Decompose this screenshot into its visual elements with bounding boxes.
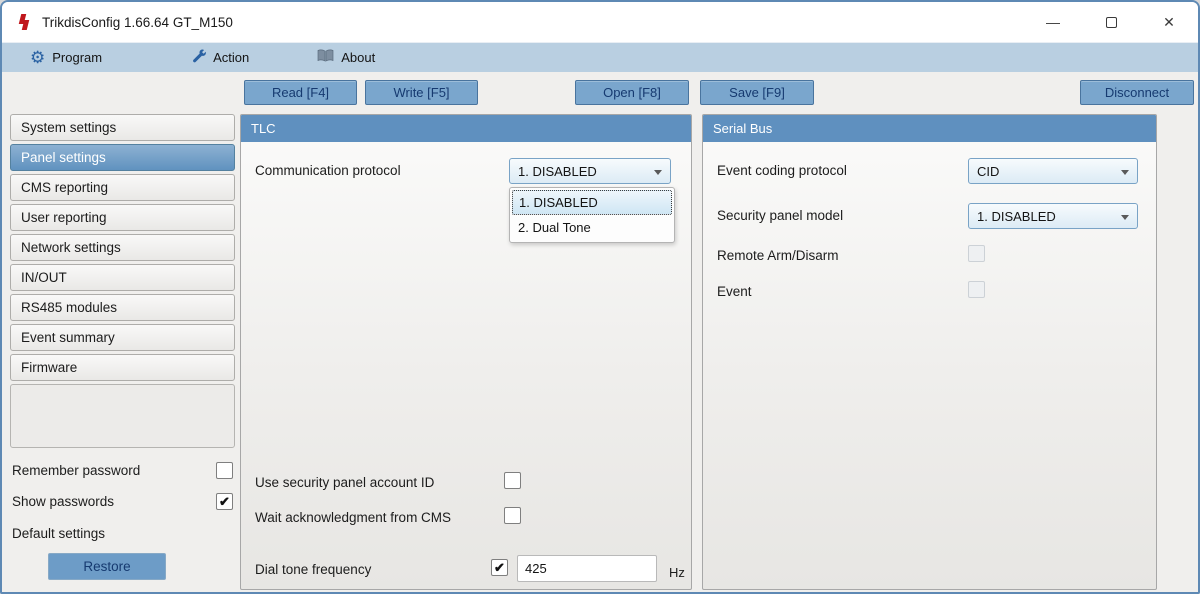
minimize-button[interactable]: — [1024,2,1082,42]
toolbar: Read [F4] Write [F5] Open [F8] Save [F9]… [2,72,1198,110]
security-panel-model-label: Security panel model [717,208,844,223]
communication-protocol-select[interactable]: 1. DISABLED [509,158,671,184]
check-icon: ✔ [219,493,230,509]
remember-password-row: Remember password [12,462,233,479]
event-coding-protocol-label: Event coding protocol [717,163,847,178]
remote-arm-disarm-label: Remote Arm/Disarm [717,248,839,263]
maximize-icon [1105,16,1117,28]
show-passwords-row: Show passwords ✔ [12,493,233,510]
tlc-panel: TLC Communication protocol 1. DISABLED 1… [240,114,692,590]
check-icon: ✔ [494,559,505,575]
security-panel-model-select[interactable]: 1. DISABLED [968,203,1138,229]
book-icon [317,49,334,66]
tlc-panel-header: TLC [241,115,691,142]
show-passwords-label: Show passwords [12,494,115,509]
chevron-down-icon [1121,215,1129,220]
wrench-icon [190,48,207,67]
dropdown-option-disabled[interactable]: 1. DISABLED [512,190,672,215]
menu-bar: ⚙ Program Action About [2,42,1198,72]
title-bar: TrikdisConfig 1.66.64 GT_M150 — ✕ [2,2,1198,42]
communication-protocol-value: 1. DISABLED [518,163,597,179]
event-coding-protocol-select[interactable]: CID [968,158,1138,184]
serial-bus-panel: Serial Bus Event coding protocol CID Sec… [702,114,1157,590]
menu-about-label: About [341,50,376,65]
communication-protocol-label: Communication protocol [255,163,401,178]
sidebar-item-user-reporting[interactable]: User reporting [10,204,235,231]
show-passwords-checkbox[interactable]: ✔ [216,493,233,510]
sidebar-item-firmware[interactable]: Firmware [10,354,235,381]
remember-password-checkbox[interactable] [216,462,233,479]
dial-tone-frequency-label: Dial tone frequency [255,562,372,577]
menu-program-label: Program [52,50,103,65]
dial-tone-checkbox[interactable]: ✔ [491,559,508,576]
app-window: TrikdisConfig 1.66.64 GT_M150 — ✕ ⚙ Prog… [0,0,1200,594]
security-panel-model-value: 1. DISABLED [977,208,1056,224]
event-label: Event [717,284,752,299]
maximize-button[interactable] [1082,2,1140,42]
gear-icon: ⚙ [30,48,46,67]
event-checkbox [968,281,985,298]
sidebar-item-cms-reporting[interactable]: CMS reporting [10,174,235,201]
use-account-id-checkbox[interactable] [504,472,521,489]
wait-ack-checkbox[interactable] [504,507,521,524]
serial-bus-panel-header: Serial Bus [703,115,1156,142]
sidebar-item-event-summary[interactable]: Event summary [10,324,235,351]
menu-about[interactable]: About [303,43,389,72]
menu-action[interactable]: Action [176,43,263,72]
sidebar-item-rs485-modules[interactable]: RS485 modules [10,294,235,321]
sidebar-item-in-out[interactable]: IN/OUT [10,264,235,291]
event-coding-protocol-value: CID [977,163,1000,179]
chevron-down-icon [1121,170,1129,175]
chevron-down-icon [654,170,662,175]
minimize-icon: — [1046,14,1060,30]
wait-ack-label: Wait acknowledgment from CMS [255,510,452,525]
sidebar: System settings Panel settings CMS repor… [10,114,235,590]
open-button[interactable]: Open [F8] [575,80,689,105]
save-button[interactable]: Save [F9] [700,80,814,105]
window-controls: — ✕ [1024,2,1198,42]
app-logo-icon [18,13,32,31]
communication-protocol-dropdown: 1. DISABLED 2. Dual Tone [509,187,675,243]
menu-action-label: Action [213,50,250,65]
write-button[interactable]: Write [F5] [365,80,478,105]
menu-program[interactable]: ⚙ Program [16,43,116,72]
close-icon: ✕ [1163,13,1175,30]
remember-password-label: Remember password [12,463,141,478]
default-settings-label: Default settings [12,526,106,541]
remote-arm-disarm-checkbox [968,245,985,262]
sidebar-empty-area [10,384,235,448]
dial-tone-frequency-input[interactable] [517,555,657,582]
window-title: TrikdisConfig 1.66.64 GT_M150 [42,14,233,30]
sidebar-item-network-settings[interactable]: Network settings [10,234,235,261]
dial-tone-unit-label: Hz [669,565,685,580]
dropdown-option-dual-tone[interactable]: 2. Dual Tone [512,215,672,240]
restore-button[interactable]: Restore [48,553,166,580]
use-account-id-label: Use security panel account ID [255,475,435,490]
disconnect-button[interactable]: Disconnect [1080,80,1194,105]
read-button[interactable]: Read [F4] [244,80,357,105]
sidebar-item-panel-settings[interactable]: Panel settings [10,144,235,171]
sidebar-item-system-settings[interactable]: System settings [10,114,235,141]
close-button[interactable]: ✕ [1140,2,1198,42]
